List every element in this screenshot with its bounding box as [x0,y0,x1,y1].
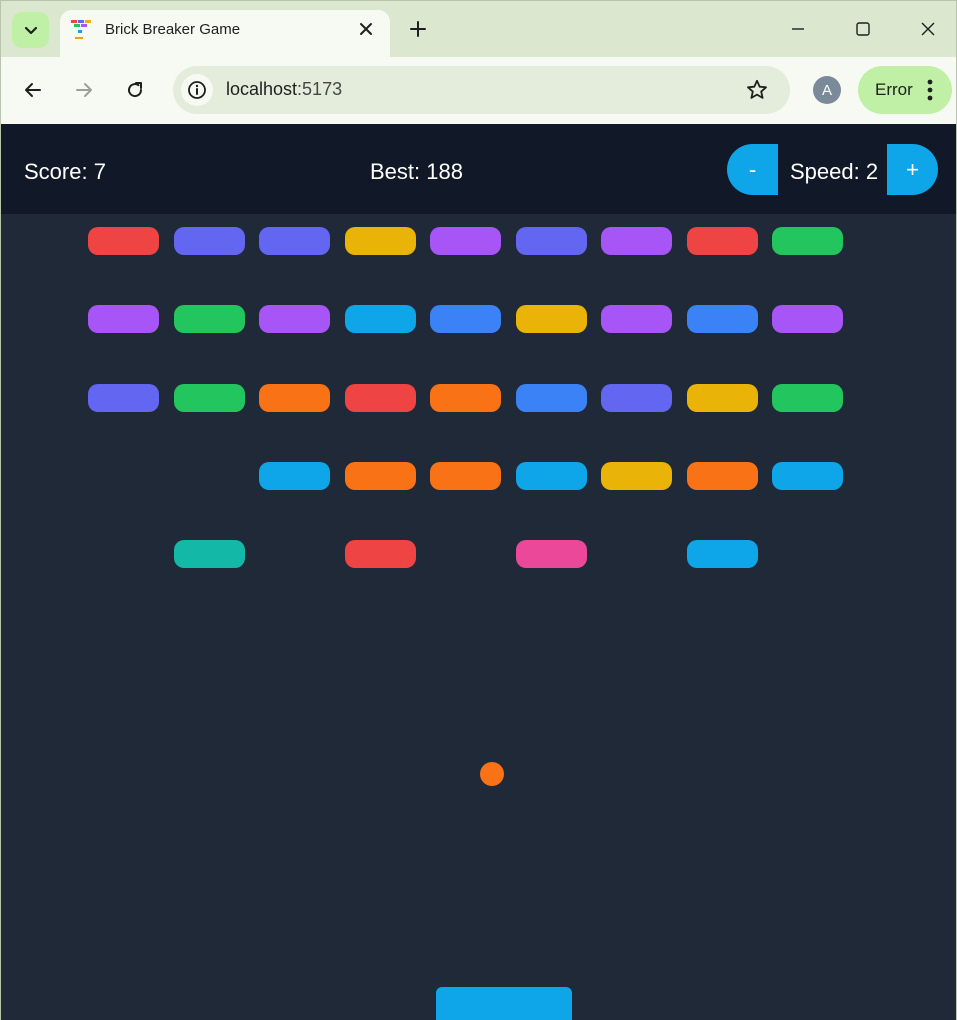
close-window-button[interactable] [916,17,940,41]
tab-title: Brick Breaker Game [105,21,241,38]
brick [687,384,758,412]
tab-close-button[interactable] [356,19,376,39]
brick [601,305,672,333]
brick [174,540,245,568]
bookmark-button[interactable] [744,77,770,103]
brick [345,540,416,568]
brick [772,384,843,412]
reload-button[interactable] [122,77,148,103]
minimize-icon [792,28,804,30]
back-button[interactable] [20,77,46,103]
brick [259,227,330,255]
arrow-right-icon [76,83,92,97]
brick [516,384,587,412]
brick [516,305,587,333]
brick [88,384,159,412]
brick [687,540,758,568]
ball [480,762,504,786]
plus-icon [410,21,426,37]
tab-search-button[interactable] [12,12,49,48]
brick [430,384,501,412]
url-host: localhost [226,79,298,99]
reload-icon [128,82,143,98]
close-icon [360,23,372,35]
brick [772,305,843,333]
brick [174,227,245,255]
brick [516,462,587,490]
brick [345,462,416,490]
minimize-window-button[interactable] [786,17,810,41]
brick [516,227,587,255]
brick [430,305,501,333]
brick [601,384,672,412]
brick [345,227,416,255]
best-score-display: Best: 188 [370,159,463,184]
brick [345,384,416,412]
maximize-window-button[interactable] [851,17,875,41]
brick [174,305,245,333]
browser-toolbar: localhost:5173 A Error [0,57,957,124]
error-label: Error [875,80,913,99]
browser-tab-strip: Brick Breaker Game [0,0,957,58]
brick [687,227,758,255]
new-tab-button[interactable] [406,17,430,41]
brick [345,305,416,333]
maximize-icon [856,22,870,36]
brick [687,462,758,490]
brick [601,462,672,490]
url-text: localhost:5173 [226,79,342,100]
speed-increase-button[interactable]: + [887,144,938,195]
close-icon [921,22,935,36]
forward-button[interactable] [71,77,97,103]
paddle[interactable] [436,987,572,1020]
more-vertical-icon [927,79,933,101]
brick [259,462,330,490]
brick [88,227,159,255]
star-icon [747,79,767,99]
speed-display: Speed: 2 [790,159,879,184]
chevron-down-icon [24,26,37,35]
brick [430,227,501,255]
score-display: Score: 7 [24,159,106,184]
game-page: Score: 7 Best: 188 - Speed: 2 + [0,124,957,1020]
speed-decrease-button[interactable]: - [727,144,778,195]
address-bar[interactable]: localhost:5173 [173,66,790,114]
brick [259,384,330,412]
browser-menu-button[interactable] [918,78,942,102]
brick [601,227,672,255]
info-icon [188,81,206,99]
brick [516,540,587,568]
brick [430,462,501,490]
error-chip-button[interactable]: Error [858,66,952,114]
game-hud: Score: 7 Best: 188 - Speed: 2 + [1,124,956,214]
url-port: :5173 [297,79,343,99]
arrow-left-icon [25,83,41,97]
site-info-button[interactable] [181,74,213,106]
brick [259,305,330,333]
brick [687,305,758,333]
brick [88,305,159,333]
brick [772,227,843,255]
brick-breaker-favicon-icon [71,20,91,39]
profile-avatar[interactable]: A [813,76,841,104]
brick [174,384,245,412]
browser-tab-active[interactable]: Brick Breaker Game [60,10,390,58]
brick [772,462,843,490]
game-board[interactable] [1,214,956,1020]
